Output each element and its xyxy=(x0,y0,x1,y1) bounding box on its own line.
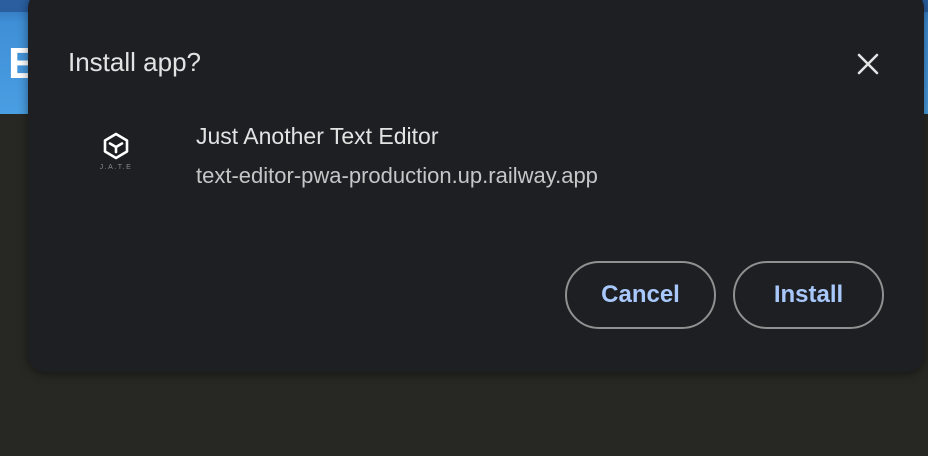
app-icon: J.A.T.E xyxy=(94,132,138,184)
install-app-dialog: Install app? J.A.T.E Just Another Text E… xyxy=(28,0,924,372)
close-icon xyxy=(857,53,879,75)
install-button[interactable]: Install xyxy=(733,261,884,329)
close-button[interactable] xyxy=(846,42,890,86)
jate-logo-icon xyxy=(103,132,129,160)
app-origin-url: text-editor-pwa-production.up.railway.ap… xyxy=(196,163,598,188)
app-name: Just Another Text Editor xyxy=(196,123,439,149)
app-icon-caption: J.A.T.E xyxy=(99,164,133,171)
cancel-button[interactable]: Cancel xyxy=(565,261,716,329)
dialog-title: Install app? xyxy=(68,47,201,77)
